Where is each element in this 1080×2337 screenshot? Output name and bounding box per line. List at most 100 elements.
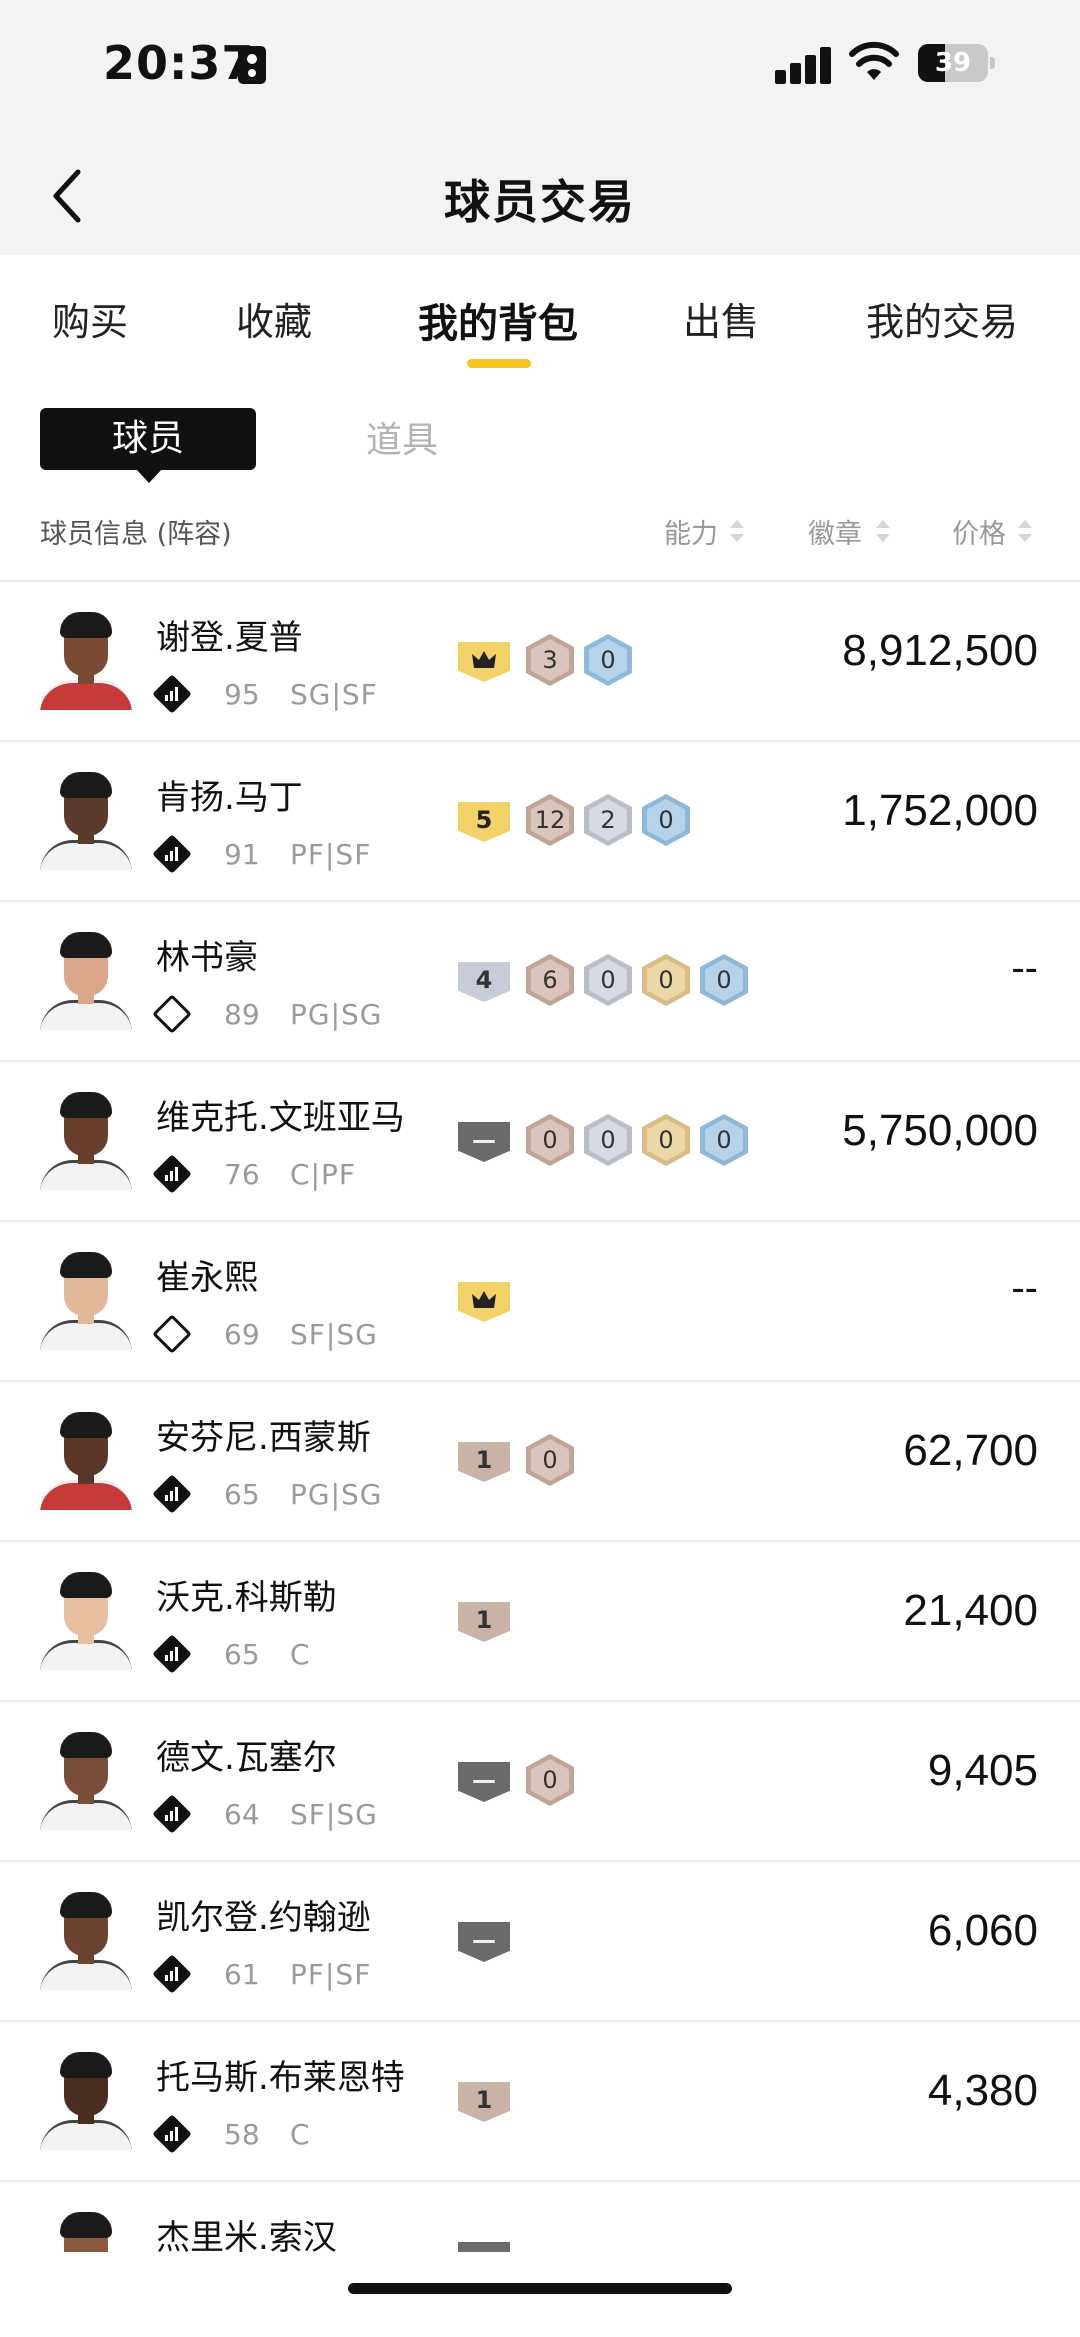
player-name: 托马斯.布莱恩特 bbox=[156, 2058, 405, 2098]
player-row[interactable]: 崔永熙 69 SF|SG -- bbox=[0, 1222, 1080, 1382]
column-badge[interactable]: 徽章 bbox=[808, 512, 862, 551]
player-row[interactable]: 安芬尼.西蒙斯 65 PG|SG 1 0 62,700 bbox=[0, 1382, 1080, 1542]
ability-badge: — bbox=[458, 1922, 510, 1962]
player-name: 凯尔登.约翰逊 bbox=[156, 1898, 371, 1938]
sort-icon[interactable] bbox=[1018, 520, 1032, 544]
ability-badge: — bbox=[458, 1122, 510, 1162]
badge-gold: 0 bbox=[642, 1114, 690, 1166]
page-title: 球员交易 bbox=[444, 175, 636, 229]
tab-buy[interactable]: 购买 bbox=[52, 291, 128, 346]
ability-badge bbox=[458, 2242, 510, 2252]
ability-badge bbox=[458, 1282, 510, 1322]
star-rank-icon bbox=[152, 994, 192, 1034]
player-row[interactable]: 林书豪 89 PG|SG 4 6 0 0 0 -- bbox=[0, 902, 1080, 1062]
ability-badge bbox=[458, 642, 510, 682]
player-row[interactable]: 维克托.文班亚马 76 C|PF — 0 0 0 0 5,750,000 bbox=[0, 1062, 1080, 1222]
badge-silver: 0 bbox=[584, 1114, 632, 1166]
nav-header: 球员交易 bbox=[0, 130, 1080, 255]
status-time: 20:37 bbox=[103, 36, 255, 90]
active-tab-indicator bbox=[467, 359, 531, 368]
player-row[interactable]: 肯扬.马丁 91 PF|SF 5 12 2 0 1,752,000 bbox=[0, 742, 1080, 902]
badge-count: 12 bbox=[534, 806, 566, 834]
player-avatar bbox=[40, 610, 132, 710]
player-position: SF|SG bbox=[290, 1798, 378, 1831]
badge-count: 0 bbox=[658, 1126, 674, 1154]
segment-props[interactable]: 道具 bbox=[366, 410, 438, 472]
badge-count: 0 bbox=[542, 1766, 558, 1794]
player-avatar bbox=[40, 2050, 132, 2150]
player-avatar bbox=[40, 930, 132, 1030]
segment-players[interactable]: 球员 bbox=[40, 408, 256, 483]
player-row[interactable]: 谢登.夏普 95 SG|SF 3 0 8,912,500 bbox=[0, 582, 1080, 742]
player-row[interactable]: 沃克.科斯勒 65 C 1 21,400 bbox=[0, 1542, 1080, 1702]
player-name: 沃克.科斯勒 bbox=[156, 1578, 337, 1618]
ability-level: 1 bbox=[475, 1446, 493, 1474]
player-row[interactable]: 德文.瓦塞尔 64 SF|SG — 0 9,405 bbox=[0, 1702, 1080, 1862]
player-price: 4,380 bbox=[927, 2066, 1038, 2115]
badge-bronze: 3 bbox=[526, 634, 574, 686]
player-price: 6,060 bbox=[927, 1906, 1038, 1955]
ability-badge: 4 bbox=[458, 962, 510, 1002]
battery-icon: 39 bbox=[918, 44, 995, 82]
player-price: 9,405 bbox=[927, 1746, 1038, 1795]
home-indicator bbox=[348, 2283, 732, 2294]
player-rating: 61 bbox=[224, 1958, 260, 1991]
ability-badge: — bbox=[458, 1762, 510, 1802]
ability-badge: 1 bbox=[458, 1442, 510, 1482]
player-rating: 65 bbox=[224, 1638, 260, 1671]
tab-my-trades[interactable]: 我的交易 bbox=[866, 291, 1018, 346]
tab-favorites[interactable]: 收藏 bbox=[236, 291, 312, 346]
badge-bronze: 0 bbox=[526, 1114, 574, 1166]
rank-bars-icon bbox=[152, 1634, 192, 1674]
ability-level: 4 bbox=[475, 966, 493, 994]
tab-sell[interactable]: 出售 bbox=[683, 291, 759, 346]
player-price: 1,752,000 bbox=[842, 786, 1038, 835]
player-position: PF|SF bbox=[290, 1958, 372, 1991]
player-rating: 95 bbox=[224, 678, 260, 711]
player-position: PG|SG bbox=[290, 1478, 383, 1511]
badge-bronze: 0 bbox=[526, 1434, 574, 1486]
rank-bars-icon bbox=[152, 1154, 192, 1194]
player-rating: 69 bbox=[224, 1318, 260, 1351]
tab-bar: 购买 收藏 我的背包 出售 我的交易 bbox=[0, 255, 1080, 375]
player-rating: 76 bbox=[224, 1158, 260, 1191]
player-position: SG|SF bbox=[290, 678, 378, 711]
badge-bronze: 12 bbox=[526, 794, 574, 846]
tab-my-backpack[interactable]: 我的背包 bbox=[418, 291, 578, 349]
player-avatar bbox=[40, 1250, 132, 1350]
sort-icon[interactable] bbox=[876, 520, 890, 544]
column-player-info: 球员信息 (阵容) bbox=[40, 519, 232, 550]
player-avatar bbox=[40, 1410, 132, 1510]
player-avatar bbox=[40, 770, 132, 870]
ability-badge: 1 bbox=[458, 1602, 510, 1642]
sort-icon[interactable] bbox=[730, 520, 744, 544]
player-rating: 89 bbox=[224, 998, 260, 1031]
badge-count: 6 bbox=[542, 966, 558, 994]
player-name: 维克托.文班亚马 bbox=[156, 1098, 405, 1138]
player-name: 肯扬.马丁 bbox=[156, 778, 303, 818]
player-row[interactable]: 杰里米.索汉 bbox=[0, 2182, 1080, 2252]
badge-count: 0 bbox=[716, 1126, 732, 1154]
badge-count: 0 bbox=[600, 1126, 616, 1154]
player-row[interactable]: 托马斯.布莱恩特 58 C 1 4,380 bbox=[0, 2022, 1080, 2182]
badge-bronze: 0 bbox=[526, 1754, 574, 1806]
player-position: C bbox=[290, 2118, 311, 2151]
badge-count: 0 bbox=[658, 806, 674, 834]
ability-level: — bbox=[472, 1766, 496, 1794]
ability-level: — bbox=[472, 1926, 496, 1954]
player-name: 杰里米.索汉 bbox=[156, 2218, 337, 2252]
player-name: 德文.瓦塞尔 bbox=[156, 1738, 337, 1778]
player-price: 5,750,000 bbox=[842, 1106, 1038, 1155]
player-position: PG|SG bbox=[290, 998, 383, 1031]
column-ability[interactable]: 能力 bbox=[664, 512, 718, 551]
player-price: -- bbox=[1011, 946, 1038, 990]
badge-silver: 0 bbox=[584, 954, 632, 1006]
column-price[interactable]: 价格 bbox=[952, 512, 1006, 551]
badge-silver: 2 bbox=[584, 794, 632, 846]
star-rank-icon bbox=[152, 1314, 192, 1354]
ability-level: 5 bbox=[475, 806, 493, 834]
player-name: 林书豪 bbox=[156, 938, 258, 978]
player-name: 安芬尼.西蒙斯 bbox=[156, 1418, 371, 1458]
player-row[interactable]: 凯尔登.约翰逊 61 PF|SF — 6,060 bbox=[0, 1862, 1080, 2022]
player-position: C bbox=[290, 1638, 311, 1671]
